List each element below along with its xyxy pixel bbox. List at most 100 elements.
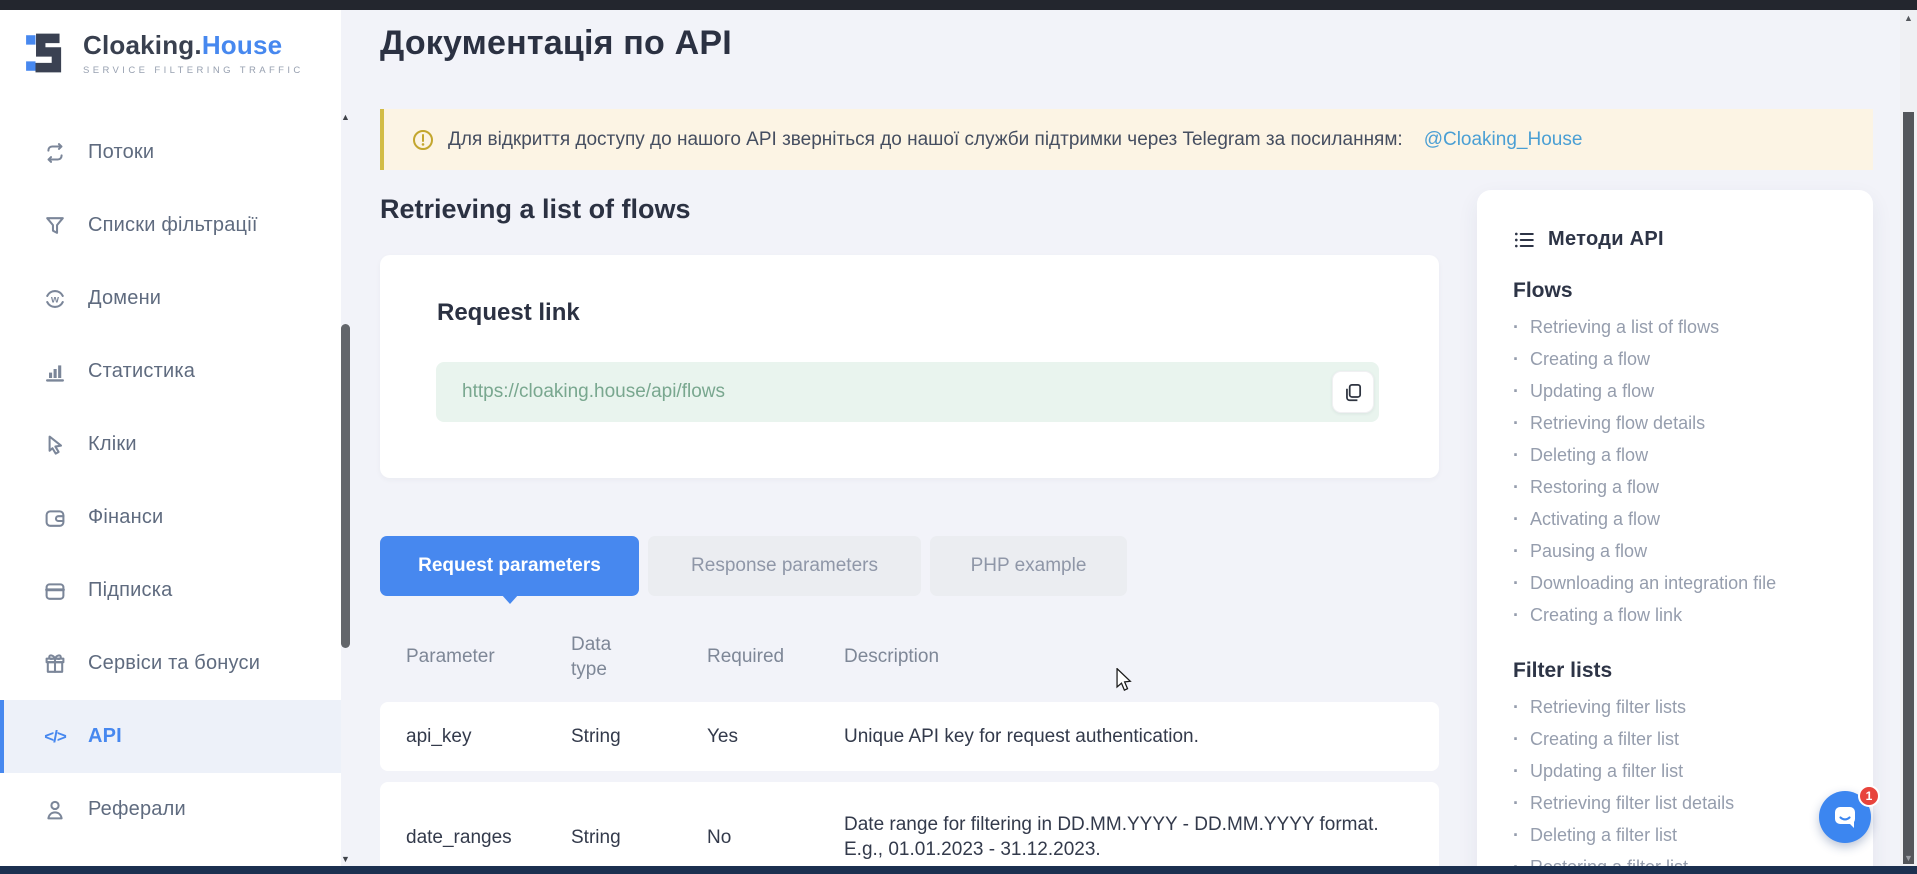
telegram-link[interactable]: @Cloaking_House [1424, 129, 1583, 151]
method-link[interactable]: Retrieving a list of flows [1513, 311, 1873, 343]
cell-parameter: date_ranges [406, 825, 571, 850]
section-title: Retrieving a list of flows [380, 194, 691, 225]
tab-request-parameters[interactable]: Request parameters [380, 536, 639, 596]
svg-text:w: w [50, 294, 59, 305]
page-scrollbar[interactable] [1900, 10, 1917, 866]
sidebar-item-label: Списки фільтрації [88, 214, 258, 237]
cell-required: No [707, 825, 844, 850]
scroll-down-arrow-icon[interactable] [339, 854, 352, 864]
sidebar-item-subscription[interactable]: Підписка [0, 554, 341, 627]
method-link[interactable]: Creating a flow link [1513, 599, 1873, 631]
logo-icon [24, 30, 70, 76]
sidebar-item-label: Сервіси та бонуси [88, 652, 260, 675]
flows-repeat-icon [42, 140, 68, 166]
method-link[interactable]: Creating a filter list [1513, 723, 1873, 755]
referrals-user-icon [42, 797, 68, 823]
logo-tagline: SERVICE FILTERING TRAFFIC [83, 65, 304, 76]
sidebar-item-clicks[interactable]: Кліки [0, 408, 341, 481]
subscription-card-icon [42, 578, 68, 604]
methods-panel-title: Методи API [1548, 228, 1664, 251]
sidebar-item-label: Кліки [88, 433, 137, 456]
logo-text: Cloaking.House SERVICE FILTERING TRAFFIC [83, 30, 304, 76]
warning-icon [412, 129, 434, 151]
table-row: date_ranges String No Date range for fil… [380, 782, 1439, 874]
chat-unread-badge: 1 [1858, 785, 1880, 807]
page-scrollbar-thumb[interactable] [1903, 112, 1914, 864]
column-header-description: Description [844, 646, 1411, 668]
methods-group-filter-lists: Filter lists [1513, 659, 1873, 683]
sidebar-item-label: Реферали [88, 798, 186, 821]
sidebar-scrollbar[interactable] [339, 112, 352, 864]
method-link[interactable]: Updating a filter list [1513, 755, 1873, 787]
sidebar-item-referrals[interactable]: Реферали [0, 773, 341, 846]
sidebar-item-filter-lists[interactable]: Списки фільтрації [0, 189, 341, 262]
sidebar-item-label: API [88, 725, 122, 748]
cell-parameter: api_key [406, 724, 571, 749]
request-link-title: Request link [437, 299, 580, 327]
method-link[interactable]: Retrieving flow details [1513, 407, 1873, 439]
column-header-parameter: Parameter [406, 646, 571, 668]
sidebar-item-label: Потоки [88, 141, 154, 164]
sidebar-item-api[interactable]: </> API [0, 700, 341, 773]
banner-message: Для відкриття доступу до нашого API звер… [448, 129, 1403, 151]
cell-data-type: String [571, 825, 707, 850]
parameter-tabs: Request parameters Response parameters P… [380, 536, 1127, 596]
sidebar-scrollbar-thumb[interactable] [341, 324, 350, 648]
statistics-chart-icon [42, 359, 68, 385]
page-title: Документація по API [380, 24, 732, 63]
logo-title-primary: Cloaking. [83, 30, 202, 60]
method-link[interactable]: Updating a flow [1513, 375, 1873, 407]
logo-title: Cloaking.House [83, 30, 304, 61]
scroll-up-arrow-icon[interactable] [339, 112, 352, 122]
copy-button[interactable] [1332, 371, 1374, 413]
scroll-down-arrow-icon[interactable] [1900, 853, 1917, 863]
method-link[interactable]: Activating a flow [1513, 503, 1873, 535]
sidebar: Cloaking.House SERVICE FILTERING TRAFFIC… [0, 10, 341, 866]
filter-funnel-icon [42, 213, 68, 239]
api-methods-panel: Методи API Flows Retrieving a list of fl… [1477, 190, 1873, 874]
request-url-field[interactable]: https://cloaking.house/api/flows [436, 362, 1379, 422]
tab-response-parameters[interactable]: Response parameters [648, 536, 921, 596]
tab-php-example[interactable]: PHP example [930, 536, 1127, 596]
table-header-row: Parameter Data type Required Description [380, 623, 1439, 690]
logo-title-accent: House [202, 30, 282, 60]
sidebar-item-statistics[interactable]: Статистика [0, 335, 341, 408]
column-header-data-type: Data type [571, 632, 621, 682]
mouse-cursor [1113, 668, 1135, 692]
cell-description: Unique API key for request authenticatio… [844, 724, 1411, 749]
cell-required: Yes [707, 724, 844, 749]
services-gift-icon [42, 651, 68, 677]
sidebar-item-label: Статистика [88, 360, 195, 383]
window-bottom-edge [0, 866, 1917, 874]
finance-wallet-icon [42, 505, 68, 531]
methods-group-flows: Flows [1513, 279, 1873, 303]
method-link[interactable]: Creating a flow [1513, 343, 1873, 375]
list-icon [1513, 229, 1535, 251]
sidebar-item-label: Домени [88, 287, 161, 310]
column-header-required: Required [707, 646, 844, 668]
logo[interactable]: Cloaking.House SERVICE FILTERING TRAFFIC [24, 30, 304, 76]
scroll-up-arrow-icon[interactable] [1900, 13, 1917, 23]
sidebar-item-label: Підписка [88, 579, 172, 602]
chat-bubble-icon [1831, 803, 1859, 831]
sidebar-item-label: Фінанси [88, 506, 163, 529]
cell-description: Date range for filtering in DD.MM.YYYY -… [844, 812, 1411, 862]
method-link[interactable]: Restoring a flow [1513, 471, 1873, 503]
request-url-value: https://cloaking.house/api/flows [462, 381, 725, 403]
method-link[interactable]: Retrieving filter lists [1513, 691, 1873, 723]
sidebar-item-services-bonuses[interactable]: Сервіси та бонуси [0, 627, 341, 700]
copy-icon [1342, 381, 1364, 403]
sidebar-item-domains[interactable]: w Домени [0, 262, 341, 335]
clicks-cursor-icon [42, 432, 68, 458]
app-window: Cloaking.House SERVICE FILTERING TRAFFIC… [0, 0, 1917, 874]
request-link-card: Request link https://cloaking.house/api/… [380, 255, 1439, 478]
method-link[interactable]: Downloading an integration file [1513, 567, 1873, 599]
method-link[interactable]: Pausing a flow [1513, 535, 1873, 567]
info-banner: Для відкриття доступу до нашого API звер… [380, 109, 1873, 170]
window-top-edge [0, 0, 1917, 10]
methods-panel-header: Методи API [1513, 228, 1873, 251]
method-link[interactable]: Deleting a flow [1513, 439, 1873, 471]
sidebar-item-finance[interactable]: Фінанси [0, 481, 341, 554]
sidebar-item-flows[interactable]: Потоки [0, 116, 341, 189]
api-code-icon: </> [42, 724, 68, 750]
